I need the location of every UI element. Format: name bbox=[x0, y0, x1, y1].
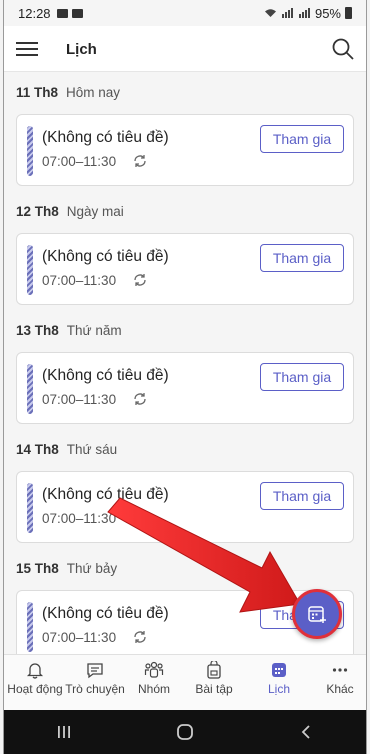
event-time: 07:00–11:30 bbox=[42, 630, 117, 645]
system-navigation-bar bbox=[4, 710, 366, 754]
event-title: (Không có tiêu đề) bbox=[42, 367, 169, 384]
recurring-icon bbox=[134, 512, 146, 524]
page-title: Lịch bbox=[66, 41, 97, 58]
event-card[interactable]: (Không có tiêu đề) 07:00–11:30 Tham gia bbox=[16, 352, 354, 424]
event-card[interactable]: (Không có tiêu đề) 07:00–11:30 Tham gia bbox=[16, 114, 354, 186]
recent-apps-icon[interactable] bbox=[44, 717, 84, 747]
nav-label: Khác bbox=[326, 682, 354, 696]
battery-icon bbox=[345, 7, 352, 19]
menu-icon[interactable] bbox=[16, 40, 38, 58]
event-title: (Không có tiêu đề) bbox=[42, 605, 169, 622]
nav-label: Nhóm bbox=[137, 682, 170, 696]
day-header: 14 Th8 Thứ sáu bbox=[16, 442, 118, 457]
new-meeting-button[interactable] bbox=[292, 589, 342, 639]
event-time: 07:00–11:30 bbox=[42, 511, 117, 526]
event-color-bar bbox=[27, 126, 33, 176]
nav-label: Trò chuyện bbox=[65, 682, 125, 696]
join-button[interactable]: Tham gia bbox=[260, 363, 344, 391]
event-time: 07:00–11:30 bbox=[42, 273, 117, 288]
app-screen: 12:28 95% Lịch 11 Th8 Hôm nay (Không có t… bbox=[3, 0, 367, 754]
wifi-icon bbox=[264, 9, 276, 17]
join-button[interactable]: Tham gia bbox=[260, 244, 344, 272]
recurring-icon bbox=[134, 155, 146, 167]
assignments-icon bbox=[207, 661, 221, 679]
back-icon[interactable] bbox=[286, 717, 326, 747]
event-time: 07:00–11:30 bbox=[42, 154, 117, 169]
app-bar: Lịch bbox=[4, 26, 366, 72]
nav-label: Lịch bbox=[267, 682, 290, 696]
teams-icon bbox=[144, 661, 164, 678]
status-right: 95% bbox=[264, 6, 352, 21]
search-icon[interactable] bbox=[330, 36, 356, 62]
nav-label: Hoạt động bbox=[7, 682, 63, 696]
zalo-notification-icon bbox=[71, 8, 83, 18]
day-header: 11 Th8 Hôm nay bbox=[16, 85, 121, 100]
day-header: 12 Th8 Ngày mai bbox=[16, 204, 124, 219]
event-card[interactable]: (Không có tiêu đề) 07:00–11:30 Tham gia bbox=[16, 471, 354, 543]
nav-label: Bài tập bbox=[195, 682, 233, 696]
nav-item-assignments[interactable]: Bài tập bbox=[177, 661, 251, 696]
event-card[interactable]: (Không có tiêu đề) 07:00–11:30 Tham gia bbox=[16, 233, 354, 305]
recurring-icon bbox=[134, 274, 146, 286]
chat-icon bbox=[87, 663, 103, 679]
event-color-bar bbox=[27, 602, 33, 652]
event-color-bar bbox=[27, 483, 33, 533]
event-time: 07:00–11:30 bbox=[42, 392, 117, 407]
new-meeting-icon bbox=[308, 606, 326, 623]
event-title: (Không có tiêu đề) bbox=[42, 248, 169, 265]
calendar-icon bbox=[272, 663, 286, 677]
bell-icon bbox=[26, 663, 44, 679]
status-time: 12:28 bbox=[18, 5, 51, 21]
join-button[interactable]: Tham gia bbox=[260, 482, 344, 510]
join-button[interactable]: Tham gia bbox=[260, 125, 344, 153]
status-bar: 12:28 95% bbox=[4, 0, 366, 26]
recurring-icon bbox=[134, 393, 146, 405]
event-color-bar bbox=[27, 364, 33, 414]
day-header: 13 Th8 Thứ năm bbox=[16, 323, 122, 338]
nav-item-more[interactable]: Khác bbox=[303, 661, 366, 696]
bottom-navigation: Hoạt động Trò chuyện Nhóm Bài tập Lịch K… bbox=[4, 654, 366, 710]
signal-icon bbox=[281, 8, 293, 18]
home-icon[interactable] bbox=[165, 717, 205, 747]
battery-percent: 95% bbox=[314, 5, 341, 21]
event-color-bar bbox=[27, 245, 33, 295]
calendar-agenda: 11 Th8 Hôm nay (Không có tiêu đề) 07:00–1… bbox=[4, 72, 366, 654]
event-title: (Không có tiêu đề) bbox=[42, 486, 169, 503]
day-header: 15 Th8 Thứ bảy bbox=[16, 561, 118, 576]
event-title: (Không có tiêu đề) bbox=[42, 129, 169, 146]
signal-2-icon bbox=[298, 8, 310, 18]
more-icon bbox=[332, 668, 348, 672]
gallery-notification-icon bbox=[56, 8, 68, 18]
recurring-icon bbox=[134, 631, 146, 643]
